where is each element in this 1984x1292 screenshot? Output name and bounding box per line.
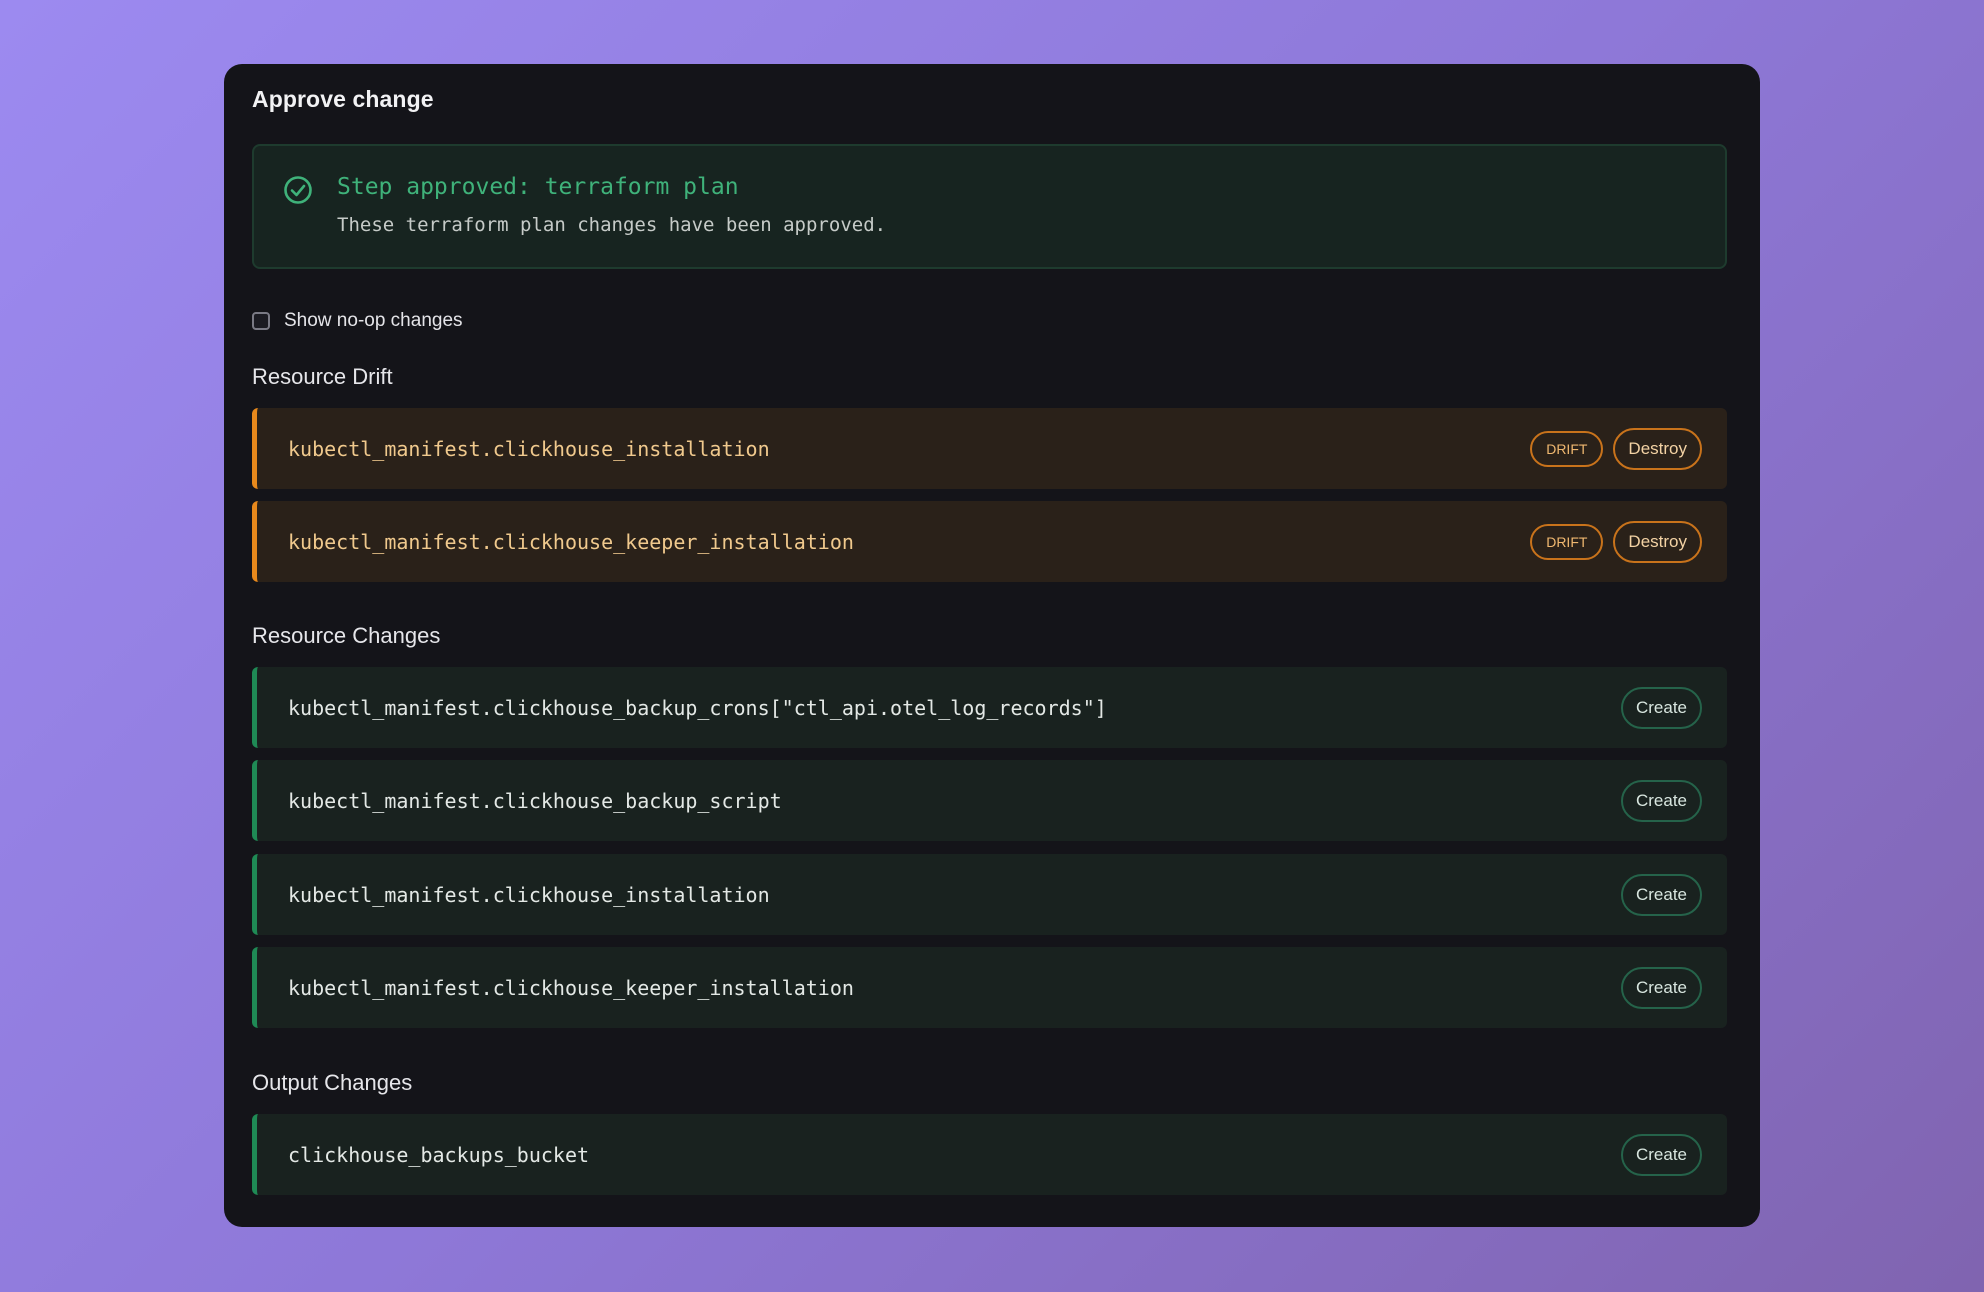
panel-title: Approve change — [252, 86, 434, 112]
create-badge[interactable]: Create — [1620, 966, 1702, 1009]
change-row[interactable]: kubectl_manifest.clickhouse_backup_scrip… — [252, 760, 1727, 841]
change-row[interactable]: kubectl_manifest.clickhouse_keeper_insta… — [252, 947, 1727, 1028]
change-row[interactable]: kubectl_manifest.clickhouse_backup_crons… — [252, 667, 1727, 748]
drift-row[interactable]: kubectl_manifest.clickhouse_keeper_insta… — [252, 501, 1727, 582]
output-name: clickhouse_backups_bucket — [288, 1142, 590, 1167]
drift-resource-name: kubectl_manifest.clickhouse_installation — [288, 436, 770, 461]
create-badge[interactable]: Create — [1620, 779, 1702, 822]
destroy-badge[interactable]: Destroy — [1613, 427, 1702, 470]
create-badge[interactable]: Create — [1620, 1133, 1702, 1176]
resource-drift-heading: Resource Drift — [252, 364, 393, 389]
show-noop-label: Show no-op changes — [284, 310, 463, 331]
check-circle-icon — [284, 176, 312, 204]
approve-change-panel: Approve change Step approved: terraform … — [224, 64, 1760, 1227]
change-resource-name: kubectl_manifest.clickhouse_installation — [288, 882, 770, 907]
drift-row[interactable]: kubectl_manifest.clickhouse_installation… — [252, 408, 1727, 489]
show-noop-checkbox[interactable] — [252, 312, 270, 330]
change-resource-name: kubectl_manifest.clickhouse_keeper_insta… — [288, 975, 854, 1000]
resource-changes-heading: Resource Changes — [252, 623, 441, 648]
show-noop-toggle[interactable]: Show no-op changes — [252, 310, 463, 332]
drift-resource-name: kubectl_manifest.clickhouse_keeper_insta… — [288, 529, 854, 554]
change-row[interactable]: kubectl_manifest.clickhouse_installation… — [252, 854, 1727, 935]
output-row[interactable]: clickhouse_backups_bucket Create — [252, 1114, 1727, 1195]
change-resource-name: kubectl_manifest.clickhouse_backup_crons… — [288, 695, 1107, 720]
create-badge[interactable]: Create — [1620, 686, 1702, 729]
drift-badge: DRIFT — [1530, 523, 1604, 560]
approval-title: Step approved: terraform plan — [337, 174, 739, 200]
create-badge[interactable]: Create — [1620, 873, 1702, 916]
destroy-badge[interactable]: Destroy — [1613, 520, 1702, 563]
approval-message: These terraform plan changes have been a… — [337, 214, 887, 236]
output-changes-heading: Output Changes — [252, 1070, 413, 1095]
change-resource-name: kubectl_manifest.clickhouse_backup_scrip… — [288, 788, 782, 813]
drift-badge: DRIFT — [1530, 430, 1604, 467]
approval-status-box: Step approved: terraform plan These terr… — [252, 144, 1727, 269]
